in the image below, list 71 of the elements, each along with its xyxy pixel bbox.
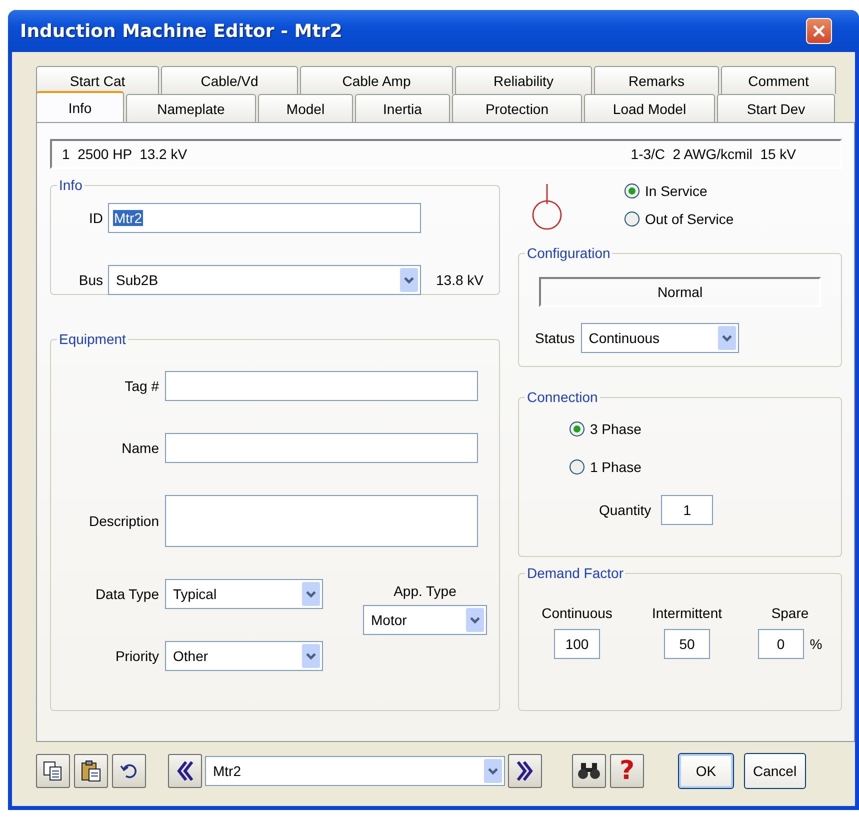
tab[interactable]: Cable/Vd (161, 66, 298, 94)
status-dropdown[interactable]: Continuous (580, 323, 739, 353)
percent-field[interactable]: 0 (758, 629, 804, 659)
tab[interactable]: Nameplate (126, 94, 256, 122)
field-label: Status (535, 330, 575, 346)
radio-label[interactable]: In Service (645, 183, 708, 199)
tab[interactable]: Info (36, 91, 124, 122)
group-legend: Info (57, 177, 84, 193)
copy-icon[interactable] (36, 754, 70, 788)
window-title: Induction Machine Editor - Mtr2 (19, 20, 342, 42)
priority-dropdown[interactable]: Other (165, 641, 323, 671)
text-field[interactable] (165, 371, 478, 401)
help-button[interactable]: ? (610, 754, 644, 788)
radio-label[interactable]: 1 Phase (590, 459, 642, 475)
tab[interactable]: Remarks (594, 66, 719, 94)
field-label: Quantity (599, 502, 652, 518)
description-field[interactable] (165, 495, 478, 547)
group-legend: Demand Factor (525, 565, 626, 581)
radio-label[interactable]: Out of Service (645, 211, 734, 227)
column-label: Intermittent (652, 605, 722, 621)
undo-icon[interactable] (112, 754, 146, 788)
id-field[interactable]: Mtr2 (108, 203, 421, 233)
quantity-field[interactable]: 1 (661, 495, 714, 525)
configuration-display: Normal (539, 277, 821, 307)
field-label: Data Type (94, 586, 159, 602)
binoculars-icon[interactable] (572, 754, 606, 788)
record-dropdown[interactable]: Mtr2 (205, 756, 505, 786)
text-field[interactable] (165, 433, 478, 463)
percent-field[interactable]: 50 (664, 629, 710, 659)
next-icon[interactable] (508, 754, 542, 788)
data-type-dropdown[interactable]: Typical (165, 579, 323, 609)
column-label: Continuous (542, 605, 612, 621)
field-label: Description (88, 513, 159, 529)
percent-field[interactable]: 100 (554, 629, 600, 659)
tab[interactable]: Start Cat (36, 66, 159, 94)
field-label: Name (120, 440, 159, 456)
tab[interactable]: Inertia (355, 94, 450, 122)
tab[interactable]: Start Dev (717, 94, 835, 122)
field-label: Tag # (124, 378, 159, 394)
summary-text: 1 2500 HP 13.2 kV (62, 146, 188, 162)
field-label: ID (88, 210, 103, 226)
field-label: App. Type (394, 583, 456, 599)
column-label: Spare (771, 605, 809, 621)
unit-text: % (810, 636, 822, 652)
paste-icon[interactable] (74, 754, 108, 788)
group-legend: Connection (525, 389, 600, 405)
tab[interactable]: Cable Amp (300, 66, 453, 94)
radio-button[interactable] (624, 183, 640, 199)
ok-button[interactable]: OK (678, 753, 734, 789)
group-legend: Configuration (525, 245, 612, 261)
app-type-dropdown[interactable]: Motor (363, 605, 487, 635)
previous-icon[interactable] (168, 754, 202, 788)
group-legend: Equipment (57, 331, 128, 347)
tab[interactable]: Comment (721, 66, 836, 94)
field-label: Bus (78, 272, 103, 288)
close-button[interactable] (806, 18, 832, 44)
tab[interactable]: Model (258, 94, 353, 122)
motor-symbol-icon (530, 183, 564, 231)
radio-button[interactable] (624, 211, 640, 227)
close-icon (812, 24, 826, 38)
voltage-text: 13.8 kV (436, 272, 484, 288)
tab[interactable]: Load Model (584, 94, 715, 122)
radio-label[interactable]: 3 Phase (590, 421, 642, 437)
field-label: Priority (114, 648, 159, 664)
radio-button[interactable] (569, 459, 585, 475)
tab[interactable]: Protection (452, 94, 582, 122)
radio-button[interactable] (569, 421, 585, 437)
summary-text: 1-3/C 2 AWG/kcmil 15 kV (630, 146, 796, 162)
tab[interactable]: Reliability (455, 66, 592, 94)
cancel-button[interactable]: Cancel (744, 753, 806, 789)
bus-dropdown[interactable]: Sub2B (108, 265, 421, 295)
